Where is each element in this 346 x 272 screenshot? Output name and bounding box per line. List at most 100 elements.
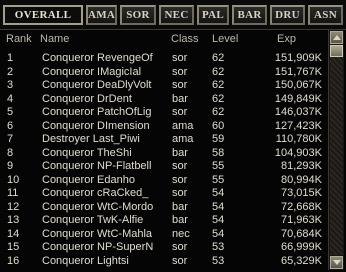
level-cell: 54 xyxy=(212,200,225,213)
table-row[interactable]: 6 Conqueror DImension ama 60 127,423K xyxy=(0,120,326,133)
level-cell: 62 xyxy=(212,65,225,78)
rank-cell: 3 xyxy=(7,79,14,91)
tab-overall[interactable]: OVERALL xyxy=(3,5,83,25)
class-cell: bar xyxy=(172,200,188,213)
tab-bar[interactable]: BAR xyxy=(232,5,267,25)
rank-cell: 4 xyxy=(7,92,14,105)
tab-nec[interactable]: NEC xyxy=(159,5,194,25)
class-cell: ama xyxy=(172,133,194,145)
exp-cell: 110,780K xyxy=(275,133,322,145)
exp-cell: 80,994K xyxy=(281,173,322,186)
name-cell: Conqueror RevengeOf xyxy=(42,52,153,64)
ladder-window: OVERALL AMA SOR NEC PAL BAR DRU ASN Rank… xyxy=(0,0,346,272)
exp-cell: 73,015K xyxy=(281,187,322,199)
table-row[interactable]: 8 Conqueror TheShi bar 58 104,903K xyxy=(0,147,326,160)
table-row[interactable]: 10 Conqueror Edanho sor 55 80,994K xyxy=(0,174,326,187)
level-cell: 54 xyxy=(212,214,225,226)
class-cell: sor xyxy=(172,79,188,91)
rank-cell: 14 xyxy=(7,227,20,240)
rank-cell: 11 xyxy=(7,187,19,199)
class-cell: ama xyxy=(172,119,194,132)
scroll-up-arrow-icon[interactable] xyxy=(330,31,343,44)
name-cell: Conqueror WtC-Mahla xyxy=(42,227,153,240)
exp-cell: 151,909K xyxy=(274,52,322,64)
rank-cell: 13 xyxy=(7,214,20,226)
scroll-track[interactable] xyxy=(330,45,343,255)
name-cell: Conqueror NP-Flatbell xyxy=(42,160,152,172)
exp-cell: 72,668K xyxy=(281,200,322,213)
rank-cell: 8 xyxy=(7,146,14,159)
class-cell: bar xyxy=(172,146,188,159)
exp-cell: 149,849K xyxy=(274,92,322,105)
table-row[interactable]: 16 Conqueror Lightsi sor 53 65,329K xyxy=(0,255,326,268)
level-cell: 55 xyxy=(212,160,225,172)
table-row[interactable]: 7 Destroyer Last_Piwi ama 59 110,780K xyxy=(0,133,326,146)
column-header-rank[interactable]: Rank xyxy=(6,31,32,47)
class-cell: sor xyxy=(172,52,188,64)
class-cell: sor xyxy=(172,160,188,172)
class-cell: sor xyxy=(172,187,188,199)
table-row[interactable]: 13 Conqueror TwK-Alfie bar 54 71,963K xyxy=(0,214,326,227)
table-row[interactable]: 15 Conqueror NP-SuperN sor 53 66,999K xyxy=(0,241,326,254)
table-row[interactable]: 1 Conqueror RevengeOf sor 62 151,909K xyxy=(0,52,326,65)
rank-cell: 2 xyxy=(7,65,14,78)
table-row[interactable]: 14 Conqueror WtC-Mahla nec 54 70,684K xyxy=(0,228,326,241)
rank-cell: 16 xyxy=(7,254,20,267)
exp-cell: 71,963K xyxy=(281,214,322,226)
name-cell: Conqueror IMagicIal xyxy=(42,65,142,78)
level-cell: 62 xyxy=(212,52,225,64)
class-tab-bar: OVERALL AMA SOR NEC PAL BAR DRU ASN xyxy=(0,0,346,30)
ladder-table: 1 Conqueror RevengeOf sor 62 151,909K 2 Conqu… xyxy=(0,52,326,270)
table-row[interactable]: 5 Conqueror PatchOfLig sor 62 146,037K xyxy=(0,106,326,119)
class-cell: nec xyxy=(172,227,190,240)
vertical-scrollbar[interactable] xyxy=(328,30,344,270)
tab-sor[interactable]: SOR xyxy=(120,5,156,25)
column-header-class[interactable]: Class xyxy=(171,31,199,47)
level-cell: 62 xyxy=(212,92,225,105)
rank-cell: 9 xyxy=(7,160,14,172)
table-row[interactable]: 9 Conqueror NP-Flatbell sor 55 81,293K xyxy=(0,160,326,173)
tab-asn[interactable]: ASN xyxy=(308,5,343,25)
divider xyxy=(0,29,346,30)
level-cell: 54 xyxy=(212,227,225,240)
tab-dru[interactable]: DRU xyxy=(270,5,305,25)
level-cell: 60 xyxy=(212,119,225,132)
tab-pal[interactable]: PAL xyxy=(197,5,229,25)
name-cell: Destroyer Last_Piwi xyxy=(42,133,140,145)
table-row[interactable]: 11 Conqueror cRaCked_ sor 54 73,015K xyxy=(0,187,326,200)
name-cell: Conqueror DImension xyxy=(42,119,150,132)
name-cell: Conqueror PatchOfLig xyxy=(42,106,152,118)
class-cell: bar xyxy=(172,214,188,226)
rank-cell: 7 xyxy=(7,133,14,145)
column-header-exp[interactable]: Exp xyxy=(277,31,296,47)
exp-cell: 146,037K xyxy=(274,106,322,118)
exp-cell: 104,903K xyxy=(274,146,322,159)
table-row[interactable]: 2 Conqueror IMagicIal sor 62 151,767K xyxy=(0,66,326,79)
name-cell: Conqueror Edanho xyxy=(42,173,135,186)
table-row[interactable]: 3 Conqueror DeaDlyVolt sor 62 150,067K xyxy=(0,79,326,92)
name-cell: Conqueror Lightsi xyxy=(42,254,129,267)
rank-cell: 6 xyxy=(7,119,14,132)
class-cell: bar xyxy=(172,92,188,105)
exp-cell: 65,329K xyxy=(281,254,322,267)
level-cell: 53 xyxy=(212,241,225,253)
table-row[interactable]: 12 Conqueror WtC-Mordo bar 54 72,668K xyxy=(0,201,326,214)
scroll-down-arrow-icon[interactable] xyxy=(330,256,343,269)
rank-cell: 5 xyxy=(7,106,14,118)
level-cell: 62 xyxy=(212,79,225,91)
name-cell: Conqueror TheShi xyxy=(42,146,132,159)
rank-cell: 1 xyxy=(7,52,14,64)
rank-cell: 15 xyxy=(7,241,20,253)
column-header-name[interactable]: Name xyxy=(40,31,69,47)
name-cell: Conqueror cRaCked_ xyxy=(42,187,149,199)
rank-cell: 10 xyxy=(7,173,20,186)
class-cell: sor xyxy=(172,254,188,267)
name-cell: Conqueror DeaDlyVolt xyxy=(42,79,152,91)
column-header-level[interactable]: Level xyxy=(212,31,238,47)
table-row[interactable]: 4 Conqueror DrDent bar 62 149,849K xyxy=(0,93,326,106)
class-cell: sor xyxy=(172,65,188,78)
exp-cell: 150,067K xyxy=(274,79,322,91)
tab-ama[interactable]: AMA xyxy=(86,5,117,25)
level-cell: 54 xyxy=(212,187,225,199)
scroll-thumb[interactable] xyxy=(330,45,343,57)
